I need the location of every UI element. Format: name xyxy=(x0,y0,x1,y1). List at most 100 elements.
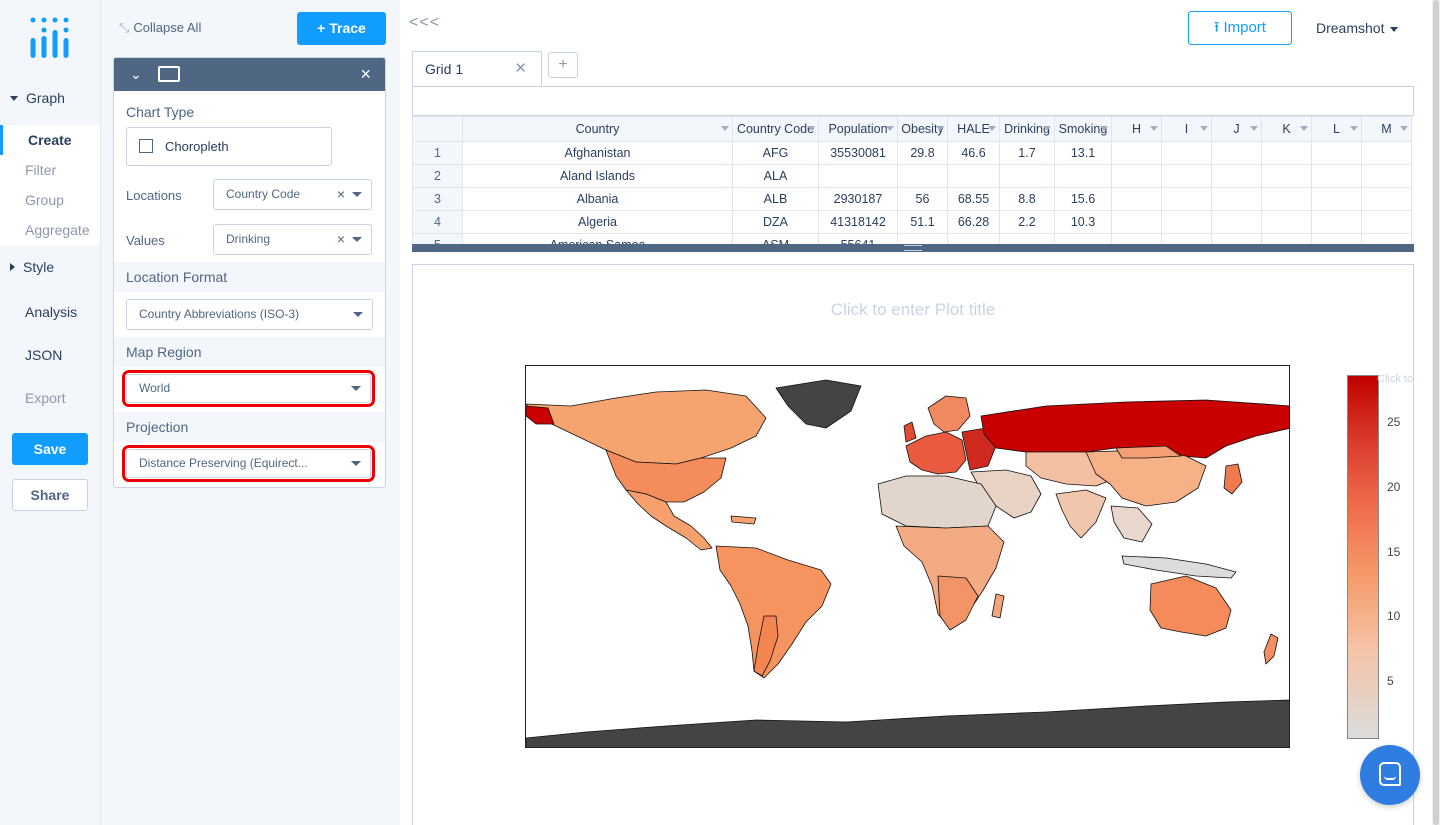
nav-item-analysis[interactable]: Analysis xyxy=(25,304,77,320)
table-cell[interactable]: 2930187 xyxy=(818,187,898,211)
nav-item-aggregate[interactable]: Aggregate xyxy=(0,215,100,245)
table-cell[interactable]: Aland Islands xyxy=(462,164,733,188)
sort-arrow-icon[interactable] xyxy=(886,126,894,131)
table-cell[interactable] xyxy=(1111,187,1162,211)
table-cell[interactable] xyxy=(1261,141,1312,165)
workspace-menu[interactable]: Dreamshot xyxy=(1316,20,1399,36)
map-region-dropdown[interactable]: World xyxy=(122,370,375,407)
table-cell[interactable]: 1.7 xyxy=(999,141,1055,165)
tab-grid-1[interactable]: Grid 1 ✕ xyxy=(412,51,542,87)
table-cell[interactable] xyxy=(1161,141,1212,165)
chart-type-selector[interactable]: Choropleth xyxy=(126,127,332,166)
table-cell[interactable]: 66.28 xyxy=(947,210,1000,234)
add-grid-button[interactable]: + xyxy=(548,52,578,78)
colorbar-title-placeholder[interactable]: Click to enter Colorscale title xyxy=(1377,373,1415,385)
table-cell[interactable] xyxy=(1111,141,1162,165)
nav-item-group[interactable]: Group xyxy=(0,185,100,215)
table-cell[interactable]: AFG xyxy=(732,141,819,165)
sort-arrow-icon[interactable] xyxy=(1350,126,1358,131)
table-cell[interactable] xyxy=(1161,187,1212,211)
choropleth-map[interactable] xyxy=(525,365,1290,748)
table-cell[interactable] xyxy=(1361,141,1412,165)
table-cell[interactable] xyxy=(1311,187,1362,211)
table-cell[interactable]: 46.6 xyxy=(947,141,1000,165)
column-header[interactable]: K xyxy=(1261,116,1312,142)
trace-fold-header[interactable]: ⌄ × xyxy=(114,58,385,91)
column-header[interactable]: Smoking xyxy=(1054,116,1112,142)
save-button[interactable]: Save xyxy=(12,433,88,465)
table-cell[interactable]: 8.8 xyxy=(999,187,1055,211)
colorbar[interactable]: Click to enter Colorscale title 25 20 15… xyxy=(1347,373,1415,739)
column-header[interactable]: H xyxy=(1111,116,1162,142)
table-cell[interactable]: 15.6 xyxy=(1054,187,1112,211)
table-cell[interactable] xyxy=(1211,187,1262,211)
table-cell[interactable] xyxy=(1111,210,1162,234)
collapse-panel-button[interactable]: <<< xyxy=(409,14,440,32)
column-header[interactable]: Population xyxy=(818,116,898,142)
table-row[interactable]: 1 Afghanistan AFG 35530081 29.8 46.6 1.7 13.1 xyxy=(412,141,1412,165)
table-row[interactable]: 2 Aland Islands ALA xyxy=(412,164,1412,188)
table-cell[interactable]: Afghanistan xyxy=(462,141,733,165)
table-cell[interactable] xyxy=(1211,210,1262,234)
table-cell[interactable]: 68.55 xyxy=(947,187,1000,211)
table-cell[interactable]: 51.1 xyxy=(897,210,948,234)
sort-arrow-icon[interactable] xyxy=(721,126,729,131)
locations-dropdown[interactable]: Country Code × xyxy=(213,179,372,210)
table-cell[interactable] xyxy=(999,164,1055,188)
column-header[interactable]: L xyxy=(1311,116,1362,142)
column-header[interactable]: Drinking xyxy=(999,116,1055,142)
table-cell[interactable] xyxy=(947,164,1000,188)
nav-style-section[interactable]: Style xyxy=(0,259,100,275)
column-header[interactable]: M xyxy=(1361,116,1412,142)
table-cell[interactable] xyxy=(1161,164,1212,188)
grid-resize-handle[interactable] xyxy=(412,244,1414,252)
table-cell[interactable]: 29.8 xyxy=(897,141,948,165)
table-cell[interactable] xyxy=(1111,164,1162,188)
import-button[interactable]: ⭱ Import xyxy=(1188,11,1292,45)
table-cell[interactable] xyxy=(1361,164,1412,188)
table-cell[interactable] xyxy=(1054,164,1112,188)
table-cell[interactable]: ALB xyxy=(732,187,819,211)
table-cell[interactable] xyxy=(1311,210,1362,234)
values-dropdown[interactable]: Drinking × xyxy=(213,224,372,255)
table-cell[interactable]: 41318142 xyxy=(818,210,898,234)
sort-arrow-icon[interactable] xyxy=(1250,126,1258,131)
location-format-dropdown[interactable]: Country Abbreviations (ISO-3) xyxy=(126,299,373,330)
nav-item-json[interactable]: JSON xyxy=(25,347,62,363)
column-header[interactable]: I xyxy=(1161,116,1212,142)
share-button[interactable]: Share xyxy=(12,479,88,511)
table-cell[interactable]: ALA xyxy=(732,164,819,188)
clear-icon[interactable]: × xyxy=(337,225,345,254)
sort-arrow-icon[interactable] xyxy=(1400,126,1408,131)
sort-arrow-icon[interactable] xyxy=(1043,126,1051,131)
scrollbar-thumb[interactable] xyxy=(1433,0,1439,825)
table-cell[interactable] xyxy=(1211,141,1262,165)
table-row[interactable]: 4 Algeria DZA 41318142 51.1 66.28 2.2 10.3 xyxy=(412,210,1412,234)
table-cell[interactable] xyxy=(818,164,898,188)
sort-arrow-icon[interactable] xyxy=(988,126,996,131)
collapse-all-button[interactable]: ⤡ Collapse All xyxy=(119,20,201,36)
table-cell[interactable]: 2.2 xyxy=(999,210,1055,234)
projection-dropdown[interactable]: Distance Preserving (Equirect... xyxy=(122,445,375,482)
sort-arrow-icon[interactable] xyxy=(936,126,944,131)
plotly-logo[interactable] xyxy=(28,16,72,60)
table-cell[interactable] xyxy=(897,164,948,188)
column-header[interactable]: Country Code xyxy=(732,116,819,142)
nav-item-create[interactable]: Create xyxy=(0,125,100,155)
data-grid[interactable]: Country Country Code Population Obesity … xyxy=(412,116,1414,246)
table-cell[interactable]: Albania xyxy=(462,187,733,211)
close-icon[interactable]: × xyxy=(360,64,371,85)
table-cell[interactable] xyxy=(1211,164,1262,188)
table-cell[interactable] xyxy=(1261,164,1312,188)
page-scrollbar[interactable] xyxy=(1432,0,1440,825)
table-cell[interactable] xyxy=(1361,187,1412,211)
nav-item-export[interactable]: Export xyxy=(25,390,65,406)
table-cell[interactable] xyxy=(1261,187,1312,211)
nav-item-filter[interactable]: Filter xyxy=(0,155,100,185)
table-cell[interactable]: 56 xyxy=(897,187,948,211)
plot-title-placeholder[interactable]: Click to enter Plot title xyxy=(413,300,1413,320)
table-cell[interactable]: Algeria xyxy=(462,210,733,234)
sort-arrow-icon[interactable] xyxy=(1100,126,1108,131)
chevron-down-icon[interactable]: ⌄ xyxy=(130,66,142,83)
sort-arrow-icon[interactable] xyxy=(807,126,815,131)
